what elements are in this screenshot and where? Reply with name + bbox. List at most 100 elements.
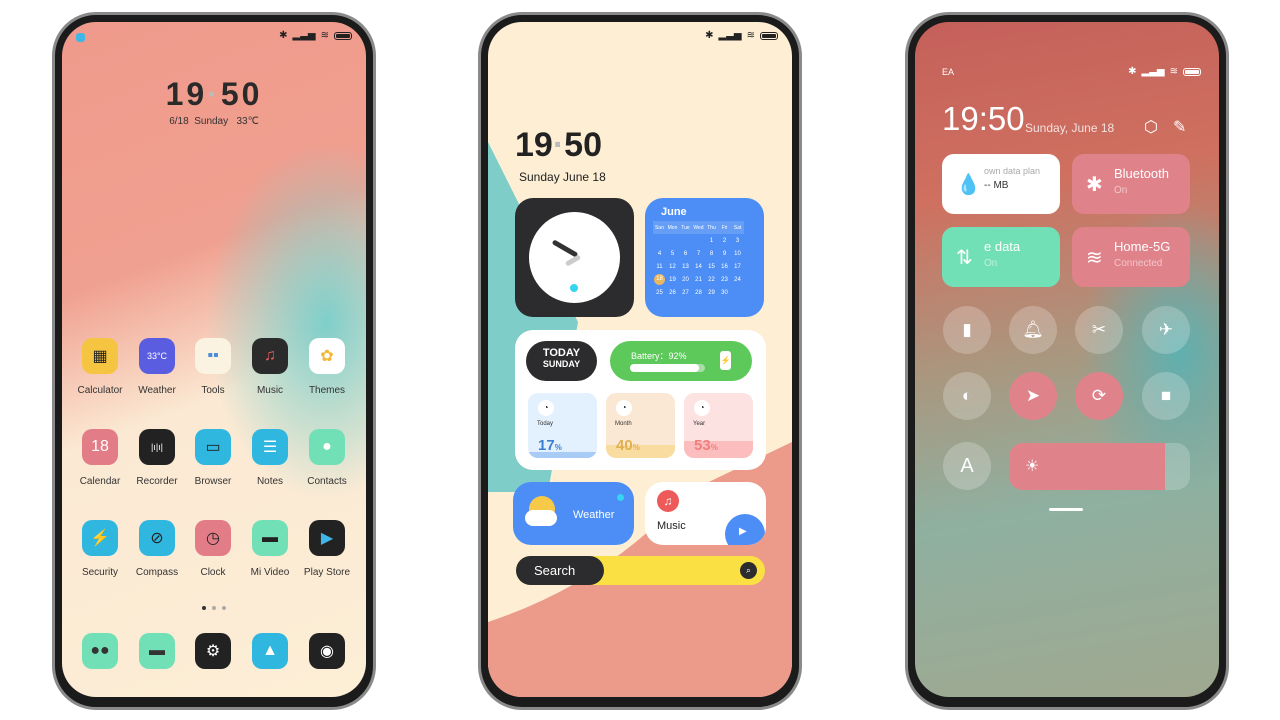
calendar-day[interactable]: 17 <box>731 260 744 273</box>
calendar-day[interactable] <box>731 286 744 299</box>
calendar-day[interactable]: 15 <box>705 260 718 273</box>
progress-year: ◔ Year 53% <box>684 393 753 458</box>
rotation-lock-toggle[interactable]: ⟳ <box>1075 372 1123 420</box>
flashlight-toggle[interactable]: ▮ <box>943 306 991 354</box>
wifi-icon: ≋ <box>320 30 329 41</box>
cc-date: Sunday, June 18 <box>1025 121 1115 135</box>
calendar-day[interactable]: 11 <box>653 260 666 273</box>
app-notes[interactable]: ☰ Notes <box>242 429 298 487</box>
settings-icon[interactable]: ⬡ <box>1144 117 1158 137</box>
calendar-day[interactable]: 4 <box>653 247 666 260</box>
recorder-icon: |ı|ı| <box>139 429 175 465</box>
calendar-day[interactable]: 3 <box>731 234 744 247</box>
calendar-day[interactable]: 28 <box>692 286 705 299</box>
calendar-day[interactable] <box>666 234 679 247</box>
date-text: Sunday June 18 <box>519 170 606 184</box>
tile-wifi[interactable]: ≋ Home-5G Connected <box>1072 227 1190 287</box>
app-weather[interactable]: 33°C Weather <box>129 338 185 396</box>
location-toggle[interactable]: ➤ <box>1009 372 1057 420</box>
timer-icon: ◔ <box>538 400 554 416</box>
big-clock: 19·50 <box>515 126 602 164</box>
calendar-day[interactable]: 8 <box>705 247 718 260</box>
analog-clock-widget[interactable] <box>515 198 634 317</box>
airplane-toggle[interactable]: ✈ <box>1142 306 1190 354</box>
calendar-day[interactable]: 18 <box>653 273 666 286</box>
calendar-widget[interactable]: June Sun Mon Tue Wed Thu Fri Sat 1 2 3 4 5 6 7 8 9 10 11 1… <box>645 198 764 317</box>
home-indicator[interactable] <box>1049 508 1083 511</box>
calendar-day[interactable]: 19 <box>666 273 679 286</box>
calendar-day[interactable]: 16 <box>718 260 731 273</box>
calculator-icon: ▦ <box>82 338 118 374</box>
calendar-day[interactable]: 1 <box>705 234 718 247</box>
clock-widget[interactable]: 19·50 <box>62 76 366 113</box>
battery-widget: Battery：92% ⚡ <box>610 341 752 381</box>
app-calculator[interactable]: ▦ Calculator <box>72 338 128 396</box>
weather-widget[interactable]: Weather <box>513 482 634 545</box>
app-browser[interactable]: ▭ Browser <box>185 429 241 487</box>
brightness-slider[interactable]: ☀ <box>1009 443 1190 490</box>
calendar-day[interactable]: 6 <box>679 247 692 260</box>
search-label: Search <box>534 563 576 578</box>
calendar-day[interactable]: 14 <box>692 260 705 273</box>
dock-app[interactable]: ⚙ <box>185 633 241 669</box>
calendar-month: June <box>661 206 687 218</box>
calendar-day[interactable]: 9 <box>718 247 731 260</box>
page-indicator[interactable] <box>202 606 226 610</box>
app-tools[interactable]: ▪▪ Tools <box>185 338 241 396</box>
app-calendar[interactable]: 18 Calendar <box>72 429 128 487</box>
control-center: EA ✱ ▂▃▅ ≋ 19:50 Sunday, June 18 ⬡ ✎ 💧 own … <box>915 22 1219 697</box>
calendar-day[interactable]: 10 <box>731 247 744 260</box>
calendar-day[interactable]: 21 <box>692 273 705 286</box>
calendar-day[interactable]: 22 <box>705 273 718 286</box>
screenshot-toggle[interactable]: ✂ <box>1075 306 1123 354</box>
calendar-day[interactable]: 13 <box>679 260 692 273</box>
settings-gear-icon: ⚙ <box>195 633 231 669</box>
app-clock[interactable]: ◷ Clock <box>185 520 241 578</box>
app-label: Music <box>256 385 284 396</box>
calendar-day[interactable] <box>679 234 692 247</box>
auto-brightness-button[interactable]: A <box>943 442 991 490</box>
calendar-day[interactable]: 26 <box>666 286 679 299</box>
app-security[interactable]: ⚡ Security <box>72 520 128 578</box>
app-compass[interactable]: ⊘ Compass <box>129 520 185 578</box>
dock-app[interactable]: ●● <box>72 633 128 669</box>
calendar-day[interactable]: 5 <box>666 247 679 260</box>
sun-icon: ☀ <box>1025 458 1040 475</box>
dark-mode-toggle[interactable]: ◐ <box>943 372 991 420</box>
dock-app[interactable]: ◉ <box>299 633 355 669</box>
calendar-day[interactable]: 12 <box>666 260 679 273</box>
app-label: Security <box>81 567 119 578</box>
calendar-day[interactable]: 25 <box>653 286 666 299</box>
calendar-day[interactable]: 20 <box>679 273 692 286</box>
search-icon[interactable]: ⌕ <box>740 562 757 579</box>
tile-bluetooth[interactable]: ✱ Bluetooth On <box>1072 154 1190 214</box>
app-label: Themes <box>308 385 346 396</box>
app-music[interactable]: ♫ Music <box>242 338 298 396</box>
bell-toggle[interactable]: 🔔︎ <box>1009 306 1057 354</box>
calendar-day[interactable]: 2 <box>718 234 731 247</box>
tile-mobile-data[interactable]: ⇅ e data On <box>942 227 1060 287</box>
calendar-day[interactable] <box>653 234 666 247</box>
search-bar[interactable]: Search ⌕ <box>516 556 765 585</box>
calendar-day[interactable]: 24 <box>731 273 744 286</box>
music-widget[interactable]: ♫ Music ▶ <box>645 482 766 545</box>
calendar-day[interactable]: 27 <box>679 286 692 299</box>
tile-water-drop[interactable]: 💧 own data plan -- MB <box>942 154 1060 214</box>
calendar-day[interactable]: 7 <box>692 247 705 260</box>
calendar-day[interactable]: 23 <box>718 273 731 286</box>
app-recorder[interactable]: |ı|ı| Recorder <box>129 429 185 487</box>
calendar-day[interactable]: 29 <box>705 286 718 299</box>
dock-app[interactable]: ▲ <box>242 633 298 669</box>
app-play-store[interactable]: ▶ Play Store <box>299 520 355 578</box>
app-contacts[interactable]: ● Contacts <box>299 429 355 487</box>
video-camera-toggle[interactable]: ■ <box>1142 372 1190 420</box>
app-mi-video[interactable]: ▬ Mi Video <box>242 520 298 578</box>
play-button[interactable]: ▶ <box>725 514 765 545</box>
edit-icon[interactable]: ✎ <box>1173 117 1186 137</box>
browser-icon: ▭ <box>195 429 231 465</box>
calendar-icon: 18 <box>82 429 118 465</box>
calendar-day[interactable] <box>692 234 705 247</box>
app-themes[interactable]: ✿ Themes <box>299 338 355 396</box>
dock-app[interactable]: ▬ <box>129 633 185 669</box>
calendar-day[interactable]: 30 <box>718 286 731 299</box>
